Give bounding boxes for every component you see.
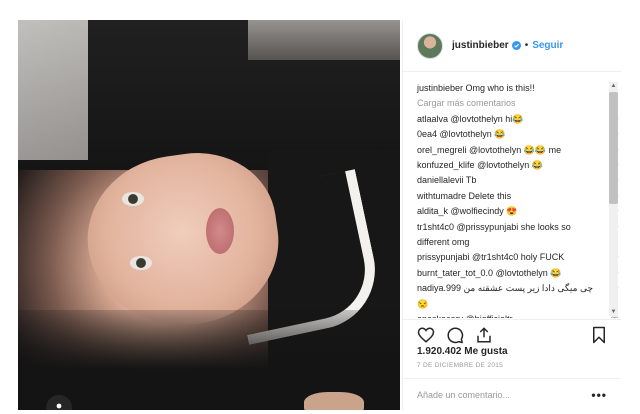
more-options-icon[interactable]: ••• [591,388,607,402]
load-more-comments-link[interactable]: Cargar más comentarios [417,96,621,111]
caption-text: Omg who is this!! [465,83,535,93]
header-separator: • [524,40,529,51]
comment-text: @tr1sht4c0 holy FUCK [472,252,565,263]
comment-like-heart-icon[interactable] [610,316,619,318]
comment-text: Tb [465,175,477,186]
follow-button[interactable]: Seguir [532,40,563,51]
comment-username[interactable]: tr1sht4c0 [417,222,454,232]
photo-region [130,256,152,270]
comment-username[interactable]: orel_megreli [417,145,467,155]
comment-username[interactable]: enoskacary [417,314,463,318]
scroll-down-arrow-icon[interactable]: ▼ [609,308,618,316]
comment-text: @wolfiecindy 😍 [450,206,518,217]
photo-region [304,392,364,410]
comment-item: withtumadre Delete this [417,189,619,204]
share-icon[interactable] [475,326,493,344]
caption: justinbieber Omg who is this!! [417,81,597,96]
avatar[interactable] [417,32,443,59]
post-photo[interactable] [18,20,400,410]
action-bar [403,319,621,349]
post-date: 7 DE DICIEMBRE DE 2015 [417,362,504,369]
add-comment-bar: ••• [403,378,621,410]
comment-text: Delete this [468,190,512,201]
comments-scrollbar[interactable]: ▲ ▼ [609,82,618,316]
comment-text: @biofficialtr [466,314,513,318]
comment-username[interactable]: aldita_k [417,206,448,216]
comment-username[interactable]: 0ea4 [417,129,437,139]
comment-icon[interactable] [446,326,464,344]
comment-username[interactable]: withtumadre [417,191,466,201]
comment-item: orel_megreli @lovtothelyn 😂😂 me [417,143,619,158]
comment-item: atlaalva @lovtothelyn hi😂 [417,112,619,127]
photo-region [122,192,144,206]
likes-count[interactable]: 1.920.402 Me gusta [417,346,508,357]
add-comment-input[interactable] [417,389,577,400]
comment-item: daniellalevii Tb [417,173,619,188]
comment-item: aldita_k @wolfiecindy 😍 [417,204,619,219]
comment-text: @lovtothelyn 😂😂 me [469,144,562,155]
comment-username[interactable]: daniellalevii [417,175,464,185]
bookmark-icon[interactable] [591,326,607,344]
heart-icon[interactable] [417,326,435,344]
verified-badge-icon [511,41,521,50]
comments-list: justinbieber Omg who is this!! Cargar má… [403,73,621,318]
photo-region [18,20,88,160]
comment-item: nadiya.999 چی میگی دادا زیر پست عشقته من… [417,281,619,312]
caption-username[interactable]: justinbieber [417,83,463,93]
comment-item: konfuzed_klife @lovtothelyn 😂 [417,158,619,173]
comment-username[interactable]: prissypunjabi [417,252,470,262]
comment-item: 0ea4 @lovtothelyn 😂 [417,127,619,142]
comment-item: burnt_tater_tot_0.0 @lovtothelyn 😂 [417,266,619,281]
comment-item: enoskacary @biofficialtr [417,312,619,318]
post-header: justinbieber • Seguir [403,20,621,72]
post-side-panel: justinbieber • Seguir justinbieber Omg w… [402,20,621,410]
comment-item: prissypunjabi @tr1sht4c0 holy FUCK [417,250,619,265]
scroll-thumb[interactable] [609,92,618,204]
photo-region [248,20,400,60]
scroll-up-arrow-icon[interactable]: ▲ [609,82,618,90]
comment-username[interactable]: atlaalva [417,114,448,124]
comment-username[interactable]: burnt_tater_tot_0.0 [417,268,493,278]
comment-username[interactable]: konfuzed_klife [417,160,475,170]
comment-text: @lovtothelyn 😂 [439,129,506,140]
header-username[interactable]: justinbieber [452,40,509,51]
comment-item: tr1sht4c0 @prissypunjabi she looks so di… [417,220,619,251]
comment-text: @lovtothelyn 😂 [477,160,543,171]
comment-text: @lovtothelyn hi😂 [450,113,524,124]
comment-text: @lovtothelyn 😂 [495,267,562,278]
comment-username[interactable]: nadiya.999 [417,283,461,293]
